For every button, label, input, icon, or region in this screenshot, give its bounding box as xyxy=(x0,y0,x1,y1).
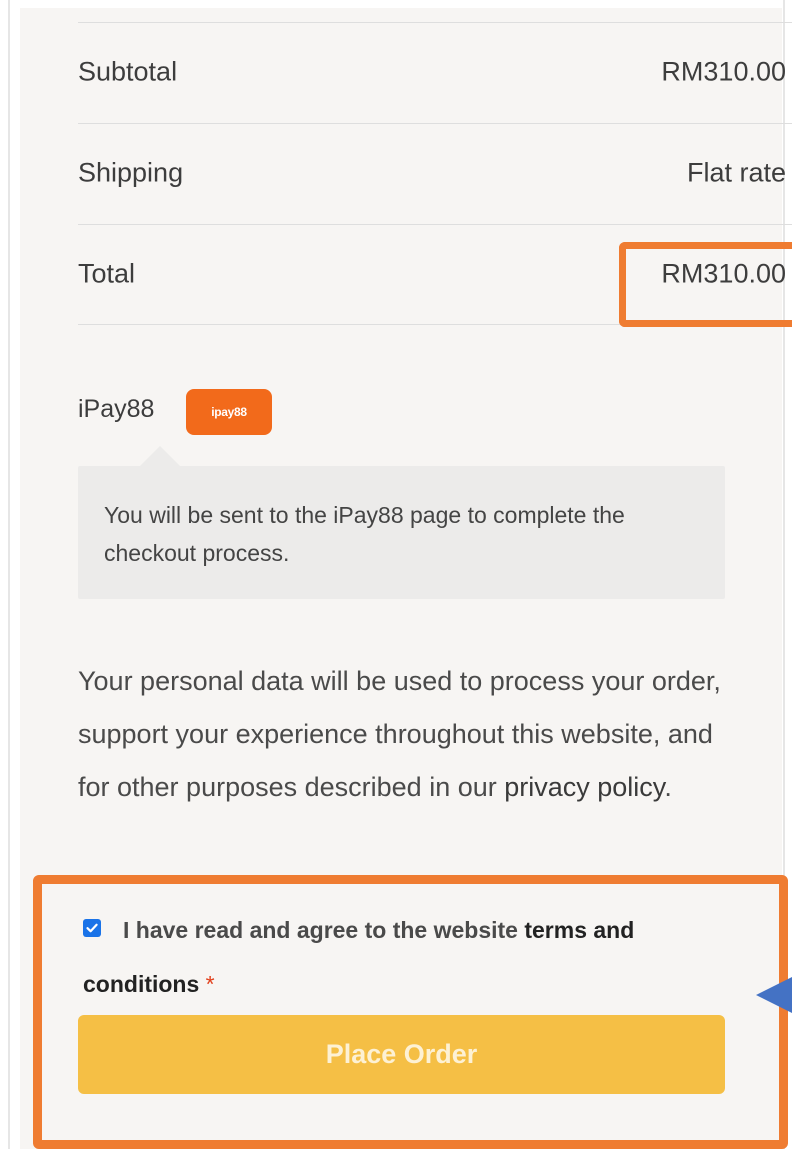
ipay88-logo: ipay88 xyxy=(186,389,272,435)
subtotal-row: Subtotal RM310.00 xyxy=(78,22,792,122)
payment-description-box: You will be sent to the iPay88 page to c… xyxy=(78,466,725,599)
pointer-arrow-icon xyxy=(756,975,792,1015)
privacy-policy-link[interactable]: privacy policy xyxy=(504,772,664,802)
shipping-row: Shipping Flat rate xyxy=(78,123,792,223)
subtotal-label: Subtotal xyxy=(78,56,178,87)
payment-method-label[interactable]: iPay88 xyxy=(78,395,154,424)
shipping-label: Shipping xyxy=(78,157,184,188)
total-highlight-box xyxy=(619,242,792,327)
checkout-actions-highlight-box xyxy=(33,875,788,1149)
total-label: Total xyxy=(78,258,136,289)
privacy-notice: Your personal data will be used to proce… xyxy=(78,655,728,814)
left-border xyxy=(8,0,10,1149)
payment-box-pointer xyxy=(140,446,180,466)
privacy-suffix: . xyxy=(664,772,672,802)
payment-description: You will be sent to the iPay88 page to c… xyxy=(104,502,625,566)
subtotal-value: RM310.00 xyxy=(661,56,786,87)
shipping-value: Flat rate xyxy=(686,157,786,188)
